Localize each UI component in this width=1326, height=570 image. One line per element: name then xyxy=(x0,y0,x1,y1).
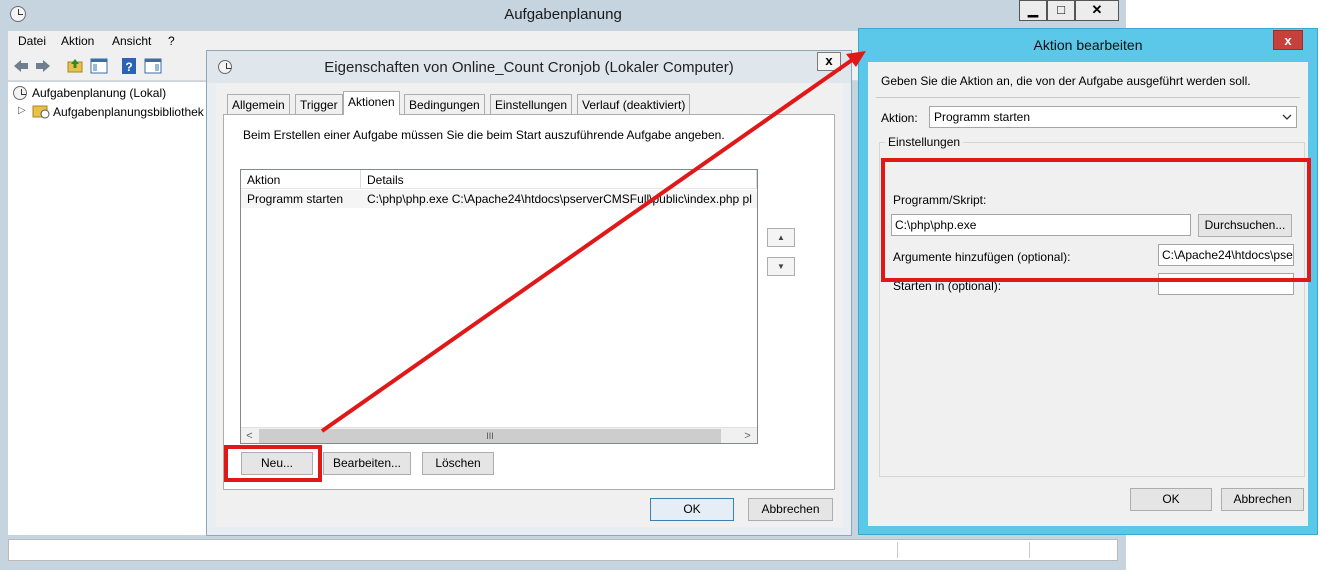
show-hide-console-tree-icon[interactable] xyxy=(90,57,108,75)
forward-arrow-icon[interactable] xyxy=(34,57,52,75)
status-bar xyxy=(8,539,1118,561)
console-tree: Aufgabenplanung (Lokal) ▷ Aufgabenplanun… xyxy=(8,82,208,535)
actions-description: Beim Erstellen einer Aufgabe müssen Sie … xyxy=(243,128,725,142)
actions-list[interactable]: Aktion Details Programm starten C:\php\p… xyxy=(240,169,758,444)
highlight-new-button xyxy=(224,445,322,482)
divider xyxy=(876,97,1300,98)
tab-allgemein[interactable]: Allgemein xyxy=(227,94,290,114)
folder-up-icon[interactable] xyxy=(66,57,84,75)
main-window-title: Aufgabenplanung xyxy=(504,6,622,23)
menu-ansicht[interactable]: Ansicht xyxy=(112,34,151,48)
horizontal-scrollbar[interactable]: < III > xyxy=(241,427,757,443)
action-select-value: Programm starten xyxy=(934,110,1031,124)
scroll-right-arrow-icon[interactable]: > xyxy=(739,428,756,443)
scroll-thumb[interactable]: III xyxy=(259,429,721,443)
settings-group-label: Einstellungen xyxy=(885,135,964,149)
main-titlebar: Aufgabenplanung ▁ □ ✕ xyxy=(0,0,1126,30)
tab-einstellungen[interactable]: Einstellungen xyxy=(490,94,573,114)
properties-ok-button[interactable]: OK xyxy=(650,498,734,521)
move-up-button[interactable]: ▲ xyxy=(767,228,795,247)
edit-action-close-button[interactable]: x xyxy=(1273,30,1303,50)
status-separator xyxy=(897,542,898,558)
back-arrow-icon[interactable] xyxy=(12,57,30,75)
column-header-aktion[interactable]: Aktion xyxy=(241,170,361,189)
tab-verlauf[interactable]: Verlauf (deaktiviert) xyxy=(577,94,691,114)
tree-item-library[interactable]: Aufgabenplanungsbibliothek xyxy=(53,105,204,119)
help-icon[interactable]: ? xyxy=(120,57,138,75)
delete-button[interactable]: Löschen xyxy=(422,452,494,475)
tree-expander-icon[interactable]: ▷ xyxy=(18,105,26,116)
edit-action-description: Geben Sie die Aktion an, die von der Auf… xyxy=(881,74,1251,88)
edit-action-body: Geben Sie die Aktion an, die von der Auf… xyxy=(868,62,1308,526)
clock-icon xyxy=(13,86,27,100)
menu-help[interactable]: ? xyxy=(168,34,175,48)
action-label: Aktion: xyxy=(881,111,918,125)
row-details: C:\php\php.exe C:\Apache24\htdocs\pserve… xyxy=(367,192,752,206)
tab-trigger[interactable]: Trigger xyxy=(295,94,343,114)
edit-button[interactable]: Bearbeiten... xyxy=(323,452,411,475)
edit-cancel-button[interactable]: Abbrechen xyxy=(1221,488,1304,511)
action-select[interactable]: Programm starten xyxy=(929,106,1297,128)
close-button[interactable]: ✕ xyxy=(1075,0,1119,21)
edit-action-title: Aktion bearbeiten xyxy=(1033,37,1143,53)
chevron-down-icon xyxy=(1282,114,1292,120)
scroll-left-arrow-icon[interactable]: < xyxy=(241,428,258,443)
highlight-program-settings xyxy=(881,158,1311,282)
row-action: Programm starten xyxy=(247,192,344,206)
menu-aktion[interactable]: Aktion xyxy=(61,34,94,48)
table-row[interactable]: Programm starten C:\php\php.exe C:\Apach… xyxy=(241,190,757,208)
library-folder-icon xyxy=(32,105,50,119)
edit-ok-button[interactable]: OK xyxy=(1130,488,1212,511)
properties-titlebar: Eigenschaften von Online_Count Cronjob (… xyxy=(207,51,851,83)
tree-item-root[interactable]: Aufgabenplanung (Lokal) xyxy=(32,86,166,100)
column-header-details[interactable]: Details xyxy=(361,170,757,189)
show-hide-action-pane-icon[interactable] xyxy=(144,57,162,75)
tab-aktionen[interactable]: Aktionen xyxy=(343,91,400,115)
edit-action-titlebar: Aktion bearbeiten x xyxy=(859,29,1317,61)
properties-cancel-button[interactable]: Abbrechen xyxy=(748,498,833,521)
maximize-button[interactable]: □ xyxy=(1047,0,1075,21)
actions-tab-panel: Beim Erstellen einer Aufgabe müssen Sie … xyxy=(223,114,835,490)
properties-title: Eigenschaften von Online_Count Cronjob (… xyxy=(324,59,734,76)
menu-datei[interactable]: Datei xyxy=(18,34,46,48)
minimize-button[interactable]: ▁ xyxy=(1019,0,1047,21)
move-down-button[interactable]: ▼ xyxy=(767,257,795,276)
svg-text:?: ? xyxy=(125,60,132,74)
tab-bedingungen[interactable]: Bedingungen xyxy=(404,94,485,114)
properties-close-button[interactable]: x xyxy=(817,52,841,71)
status-separator xyxy=(1029,542,1030,558)
